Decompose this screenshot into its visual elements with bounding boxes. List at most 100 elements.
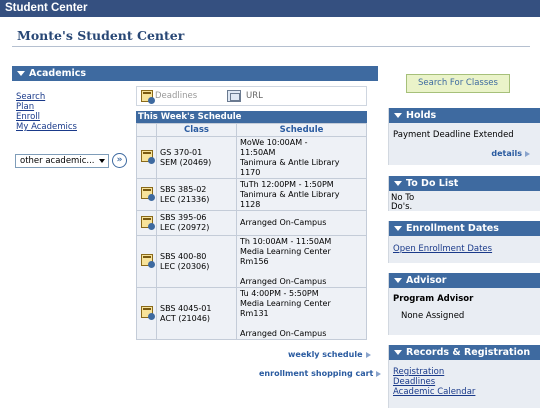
arrow-right-icon bbox=[525, 150, 530, 157]
todo-header-label: To Do List bbox=[406, 178, 459, 189]
todo-panel: To Do List No To Do's. bbox=[388, 176, 540, 212]
weekly-schedule-label: weekly schedule bbox=[288, 350, 363, 359]
advisor-panel: Advisor Program Advisor None Assigned bbox=[388, 273, 540, 335]
table-row: SBS 395-06 LEC (20972) Arranged On-Campus bbox=[136, 210, 367, 236]
table-row: SBS 400-80 LEC (20306) Th 10:00AM - 11:50… bbox=[136, 235, 367, 288]
schedule-line: Rm131 bbox=[240, 308, 269, 318]
chevron-down-icon bbox=[17, 70, 25, 76]
schedule-line: Th 10:00AM - 11:50AM bbox=[240, 236, 332, 246]
advisor-label: Program Advisor bbox=[393, 294, 474, 304]
schedule-line: 1128 bbox=[240, 199, 261, 209]
window-title: Student Center bbox=[0, 0, 540, 17]
schedule-line: Arranged On-Campus bbox=[240, 276, 327, 286]
schedule-column-header: Schedule bbox=[236, 123, 367, 137]
advisor-header[interactable]: Advisor bbox=[389, 273, 540, 288]
deadlines-toolbar: Deadlines URL bbox=[136, 86, 367, 106]
holds-header-label: Holds bbox=[406, 110, 437, 121]
schedule-line: Tanimura & Antle Library bbox=[240, 189, 340, 199]
class-section: LEC (21336) bbox=[160, 194, 210, 204]
go-button[interactable]: » bbox=[112, 153, 127, 168]
todo-text: Do's. bbox=[391, 202, 413, 212]
class-section: SEM (20469) bbox=[160, 157, 212, 167]
shopping-cart-label: enrollment shopping cart bbox=[259, 369, 374, 378]
class-details-icon[interactable] bbox=[140, 187, 155, 201]
schedule-header-row: Class Schedule bbox=[136, 123, 367, 137]
schedule-line: Tanimura & Antle Library bbox=[240, 157, 340, 167]
blank-header bbox=[136, 123, 157, 137]
schedule-line: TuTh 12:00PM - 1:50PM bbox=[240, 179, 334, 189]
deadlines-link[interactable]: Deadlines bbox=[393, 377, 536, 387]
class-code: SBS 385-02 bbox=[160, 184, 207, 194]
arrow-right-icon bbox=[376, 370, 382, 377]
schedule-line: Media Learning Center bbox=[240, 246, 331, 256]
schedule-line: Media Learning Center bbox=[240, 298, 331, 308]
enrollment-dates-panel: Enrollment Dates Open Enrollment Dates bbox=[388, 221, 540, 263]
class-code: GS 370-01 bbox=[160, 147, 203, 157]
schedule-line: Arranged On-Campus bbox=[240, 328, 327, 338]
advisor-value: None Assigned bbox=[401, 311, 465, 321]
chevron-down-icon bbox=[394, 349, 402, 355]
deadlines-link[interactable]: Deadlines bbox=[155, 91, 197, 101]
schedule-line: Rm156 bbox=[240, 256, 269, 266]
shopping-cart-link[interactable]: enrollment shopping cart bbox=[259, 369, 382, 378]
class-column-header: Class bbox=[156, 123, 237, 137]
class-details-icon[interactable] bbox=[140, 150, 155, 164]
holds-text: Payment Deadline Extended bbox=[393, 130, 514, 140]
class-section: ACT (21046) bbox=[160, 313, 211, 323]
chevron-down-icon bbox=[394, 180, 402, 186]
my-academics-link[interactable]: My Academics bbox=[16, 122, 77, 132]
chevron-down-icon bbox=[394, 277, 402, 283]
academics-header-label: Academics bbox=[29, 68, 87, 79]
class-code: SBS 4045-01 bbox=[160, 303, 212, 313]
schedule-header: This Week's Schedule bbox=[136, 111, 367, 123]
url-icon bbox=[227, 90, 241, 102]
schedule-line: 1170 bbox=[240, 167, 261, 177]
other-academic-select[interactable]: other academic... bbox=[15, 154, 109, 168]
holds-panel: Holds Payment Deadline Extended details bbox=[388, 108, 540, 165]
enroll-link[interactable]: Enroll bbox=[16, 112, 77, 122]
weekly-schedule-link[interactable]: weekly schedule bbox=[288, 350, 371, 359]
class-details-icon[interactable] bbox=[140, 306, 155, 320]
schedule-line: MoWe 10:00AM - bbox=[240, 137, 308, 147]
holds-details-link[interactable]: details bbox=[491, 149, 530, 158]
table-row: GS 370-01 SEM (20469) MoWe 10:00AM -11:50… bbox=[136, 136, 367, 179]
academics-links: Search Plan Enroll My Academics bbox=[16, 92, 77, 132]
todo-header[interactable]: To Do List bbox=[389, 176, 540, 191]
academic-calendar-link[interactable]: Academic Calendar bbox=[393, 387, 536, 397]
registration-link[interactable]: Registration bbox=[393, 367, 536, 377]
arrow-right-icon bbox=[365, 351, 371, 358]
open-enrollment-dates-link[interactable]: Open Enrollment Dates bbox=[393, 244, 536, 254]
search-for-classes-button[interactable]: Search For Classes bbox=[406, 74, 510, 93]
table-row: SBS 385-02 LEC (21336) TuTh 12:00PM - 1:5… bbox=[136, 178, 367, 211]
page-title: Monte's Student Center bbox=[17, 28, 185, 43]
records-header[interactable]: Records & Registration bbox=[389, 345, 540, 360]
url-link[interactable]: URL bbox=[246, 91, 263, 101]
advisor-header-label: Advisor bbox=[406, 275, 447, 286]
dropdown-arrow-icon bbox=[99, 159, 105, 163]
chevron-down-icon bbox=[394, 225, 402, 231]
class-code: SBS 400-80 bbox=[160, 251, 207, 261]
class-details-icon[interactable] bbox=[140, 254, 155, 268]
holds-header[interactable]: Holds bbox=[389, 108, 540, 123]
table-row: SBS 4045-01 ACT (21046) Tu 4:00PM - 5:50P… bbox=[136, 287, 367, 340]
plan-link[interactable]: Plan bbox=[16, 102, 77, 112]
heading-divider bbox=[12, 46, 530, 47]
class-code: SBS 395-06 bbox=[160, 213, 207, 222]
class-section: LEC (20972) bbox=[160, 223, 210, 232]
class-details-icon[interactable] bbox=[140, 215, 155, 230]
schedule-line: Tu 4:00PM - 5:50PM bbox=[240, 288, 319, 298]
todo-text: No To bbox=[391, 193, 415, 203]
records-header-label: Records & Registration bbox=[406, 347, 531, 358]
calendar-icon bbox=[141, 90, 155, 104]
schedule-line: Arranged On-Campus bbox=[240, 218, 327, 227]
class-section: LEC (20306) bbox=[160, 261, 210, 271]
academics-section-header[interactable]: Academics bbox=[12, 66, 378, 81]
other-academic-select-value: other academic... bbox=[20, 156, 95, 166]
schedule-line: 11:50AM bbox=[240, 147, 276, 157]
details-label: details bbox=[491, 149, 522, 158]
records-registration-panel: Records & Registration Registration Dead… bbox=[388, 345, 540, 408]
enrollment-dates-header[interactable]: Enrollment Dates bbox=[389, 221, 540, 236]
enrollment-dates-header-label: Enrollment Dates bbox=[406, 223, 499, 234]
search-link[interactable]: Search bbox=[16, 92, 77, 102]
schedule-table: Class Schedule GS 370-01 SEM (20469) MoWe… bbox=[136, 123, 367, 340]
